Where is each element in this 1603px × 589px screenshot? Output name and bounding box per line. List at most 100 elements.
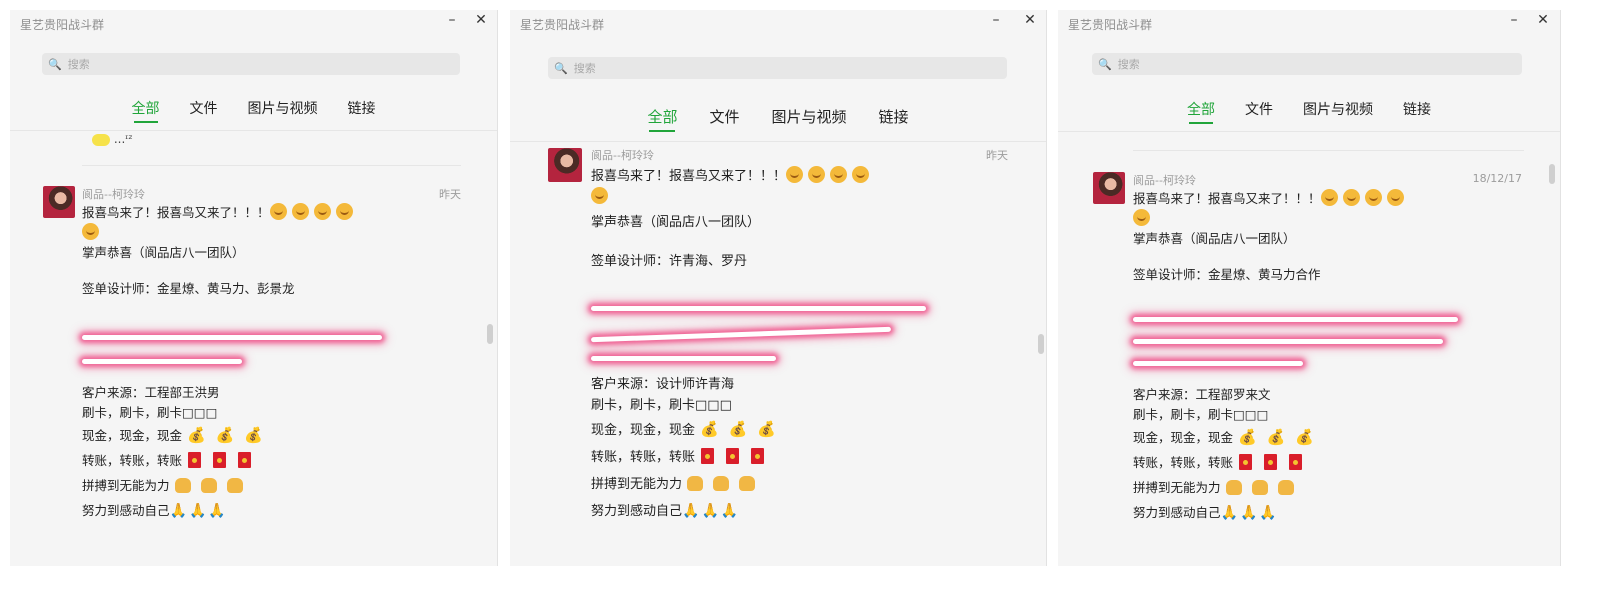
pray-icon: 🙏	[1259, 505, 1277, 521]
scrollbar-thumb[interactable]	[1038, 334, 1044, 354]
message-line: 转账，转账，转账	[591, 447, 874, 468]
fist-icon	[200, 478, 217, 493]
pray-icon: 🙏	[188, 503, 207, 519]
redaction-scribble	[1133, 317, 1458, 322]
tab-files[interactable]: 文件	[190, 98, 218, 123]
blush-emoji-icon	[852, 166, 870, 183]
search-input[interactable]: 🔍 搜索	[548, 57, 1007, 79]
red-packet-icon	[1239, 454, 1253, 470]
redaction-scribble	[591, 306, 926, 311]
tab-all[interactable]: 全部	[647, 106, 677, 132]
blush-emoji-icon	[830, 166, 848, 183]
close-button[interactable]: ✕	[473, 12, 489, 28]
red-packet-icon	[726, 448, 740, 464]
blush-emoji-icon	[786, 166, 804, 183]
close-button[interactable]: ✕	[1535, 12, 1551, 28]
money-bag-icon: 💰	[215, 426, 235, 444]
fist-icon	[739, 476, 756, 491]
search-icon: 🔍	[48, 57, 62, 71]
scrollbar-thumb[interactable]	[1549, 164, 1555, 184]
avatar[interactable]	[548, 148, 582, 182]
redaction-scribble	[591, 326, 891, 343]
redacted-region	[591, 298, 926, 374]
fist-icon	[1251, 480, 1268, 495]
pray-icon: 🙏	[208, 503, 226, 519]
message-line: 拼搏到无能为力	[1133, 478, 1409, 498]
redaction-scribble	[82, 335, 382, 340]
window-title: 星艺贵阳战斗群	[20, 18, 105, 32]
minimize-button[interactable]: –	[988, 12, 1004, 28]
money-bag-icon: 💰	[187, 426, 206, 444]
money-bag-icon: 💰	[757, 420, 777, 438]
red-packet-icon	[213, 452, 227, 468]
pray-icon: 🙏	[720, 503, 739, 519]
tab-bar: 全部 文件 图片与视频 链接	[10, 98, 497, 123]
message-content: 报喜鸟来了！报喜鸟又来了！！！ 掌声恭喜（阆品店八一团队） 签单设计师：许青海、…	[591, 166, 926, 522]
message-line: 报喜鸟来了！报喜鸟又来了！！！	[1133, 189, 1409, 209]
redacted-region	[1133, 309, 1458, 385]
tab-files[interactable]: 文件	[709, 106, 739, 132]
message-line: 努力到感动自己🙏 🙏 🙏	[591, 501, 874, 522]
chat-history-panel-2: 星艺贵阳战斗群 – ✕ 🔍 搜索 全部 文件 图片与视频 链接 阆品--柯玲玲 …	[510, 10, 1047, 566]
tab-links[interactable]: 链接	[879, 106, 909, 132]
red-packet-icon	[1289, 454, 1303, 470]
redaction-scribble	[82, 359, 242, 364]
message-line: 客户来源：工程部王洪男	[82, 385, 220, 400]
search-input[interactable]: 🔍 搜索	[42, 53, 460, 75]
message-date: 昨天	[439, 188, 461, 201]
search-input[interactable]: 🔍 搜索	[1092, 53, 1522, 75]
red-packet-icon	[1264, 454, 1278, 470]
tab-links[interactable]: 链接	[348, 98, 376, 123]
money-bag-icon: 💰	[1295, 428, 1315, 446]
chat-history-panel-1: 星艺贵阳战斗群 – ✕ 🔍 搜索 全部 文件 图片与视频 链接 ...ᶦᶻ 阆品…	[10, 10, 498, 566]
blush-emoji-icon	[591, 187, 608, 204]
blush-emoji-icon	[1364, 189, 1382, 206]
scrollbar-thumb[interactable]	[487, 324, 493, 344]
message-line: 签单设计师：金星燎、黄马力、彭景龙	[82, 281, 295, 296]
red-packet-icon	[238, 452, 252, 468]
tab-files[interactable]: 文件	[1245, 99, 1273, 124]
search-placeholder: 搜索	[1117, 58, 1140, 71]
message-divider	[1133, 150, 1524, 151]
avatar[interactable]	[1093, 172, 1125, 204]
window-title: 星艺贵阳战斗群	[1068, 18, 1153, 32]
tab-media[interactable]: 图片与视频	[772, 106, 847, 132]
message-line: 拼搏到无能为力	[591, 474, 874, 495]
tab-all[interactable]: 全部	[1187, 99, 1215, 124]
message-sender: 阆品--柯玲玲	[1133, 174, 1196, 187]
red-packet-icon	[188, 452, 202, 468]
tab-all[interactable]: 全部	[132, 98, 160, 123]
pray-icon: 🙏	[701, 503, 719, 519]
minimize-button[interactable]: –	[1506, 12, 1522, 28]
tab-media[interactable]: 图片与视频	[1303, 99, 1373, 124]
fist-icon	[1277, 480, 1294, 495]
fist-icon	[226, 478, 243, 493]
message-line: 报喜鸟来了！报喜鸟又来了！！！	[82, 203, 358, 223]
message-date: 昨天	[986, 149, 1008, 162]
money-bag-icon: 💰	[1238, 428, 1257, 446]
message-line: 签单设计师：许青海、罗丹	[591, 254, 748, 269]
message-line: 掌声恭喜（阆品店八一团队）	[591, 215, 761, 230]
minimize-button[interactable]: –	[444, 12, 460, 28]
tab-media[interactable]: 图片与视频	[248, 98, 318, 123]
message-line: 努力到感动自己🙏 🙏 🙏	[1133, 505, 1277, 521]
avatar[interactable]	[43, 186, 75, 218]
window-title: 星艺贵阳战斗群	[520, 18, 605, 32]
message-line: 签单设计师：金星燎、黄马力合作	[1133, 267, 1321, 282]
money-bag-icon: 💰	[728, 420, 748, 438]
blush-emoji-icon	[313, 203, 331, 220]
red-packet-icon	[701, 448, 715, 464]
pray-icon: 🙏	[1220, 505, 1238, 521]
message-line	[1133, 209, 1409, 229]
search-placeholder: 搜索	[573, 62, 596, 75]
redaction-scribble	[1133, 339, 1443, 344]
fist-icon	[1225, 480, 1242, 495]
tab-divider	[10, 130, 497, 131]
tab-links[interactable]: 链接	[1403, 99, 1431, 124]
blush-emoji-icon	[82, 223, 99, 240]
pray-icon: 🙏	[682, 503, 700, 519]
money-bag-icon: 💰	[244, 426, 264, 444]
close-button[interactable]: ✕	[1022, 12, 1038, 28]
message-content: 报喜鸟来了！报喜鸟又来了！！！ 掌声恭喜（阆品店八一团队） 签单设计师：金星燎、…	[82, 203, 382, 521]
tab-bar: 全部 文件 图片与视频 链接	[510, 106, 1046, 132]
